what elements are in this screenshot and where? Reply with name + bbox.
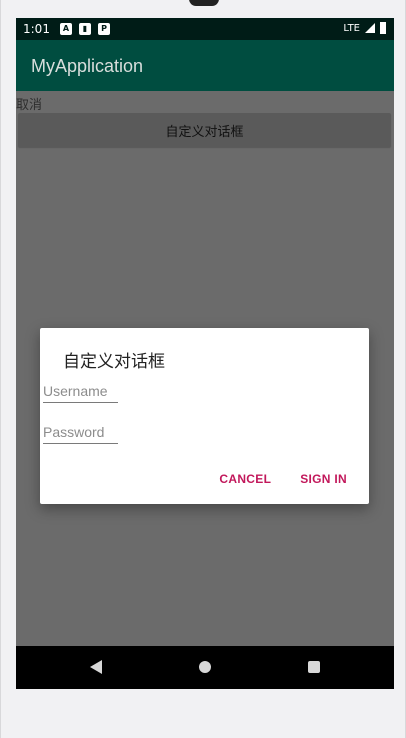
recents-icon[interactable] xyxy=(308,661,320,673)
sd-card-icon: ▮ xyxy=(79,23,91,35)
lte-signal-icon xyxy=(365,23,375,33)
password-input[interactable] xyxy=(43,421,118,444)
status-time: 1:01 xyxy=(23,22,50,36)
dialog-title: 自定义对话框 xyxy=(63,352,165,372)
phone-frame: 1:01 A ▮ P LTE MyApplication 取消 自定义对话框 自… xyxy=(0,0,406,738)
sign-in-button[interactable]: SIGN IN xyxy=(300,472,347,486)
custom-dialog-button[interactable]: 自定义对话框 xyxy=(18,113,391,147)
app-title: MyApplication xyxy=(31,56,144,76)
status-notification-icons: A ▮ P xyxy=(60,22,120,36)
home-icon[interactable] xyxy=(199,661,211,673)
username-input[interactable] xyxy=(43,380,118,403)
app-bar: MyApplication xyxy=(16,40,394,91)
back-icon[interactable] xyxy=(90,660,102,674)
battery-icon xyxy=(380,22,386,34)
status-bar: 1:01 A ▮ P LTE xyxy=(16,18,394,40)
network-type: LTE xyxy=(343,22,360,34)
cancel-text: 取消 xyxy=(16,98,43,113)
status-system-icons: LTE xyxy=(343,22,386,34)
speaker-notch xyxy=(189,0,219,6)
app-a-icon: A xyxy=(60,23,72,35)
cancel-button[interactable]: CANCEL xyxy=(219,472,271,486)
main-content: 取消 自定义对话框 自定义对话框 CANCEL SIGN IN xyxy=(16,91,394,646)
navigation-bar xyxy=(16,646,394,689)
android-screen: 1:01 A ▮ P LTE MyApplication 取消 自定义对话框 自… xyxy=(16,18,394,689)
custom-dialog: 自定义对话框 CANCEL SIGN IN xyxy=(40,328,369,504)
pinterest-icon: P xyxy=(98,23,110,35)
dialog-actions: CANCEL SIGN IN xyxy=(219,472,347,486)
